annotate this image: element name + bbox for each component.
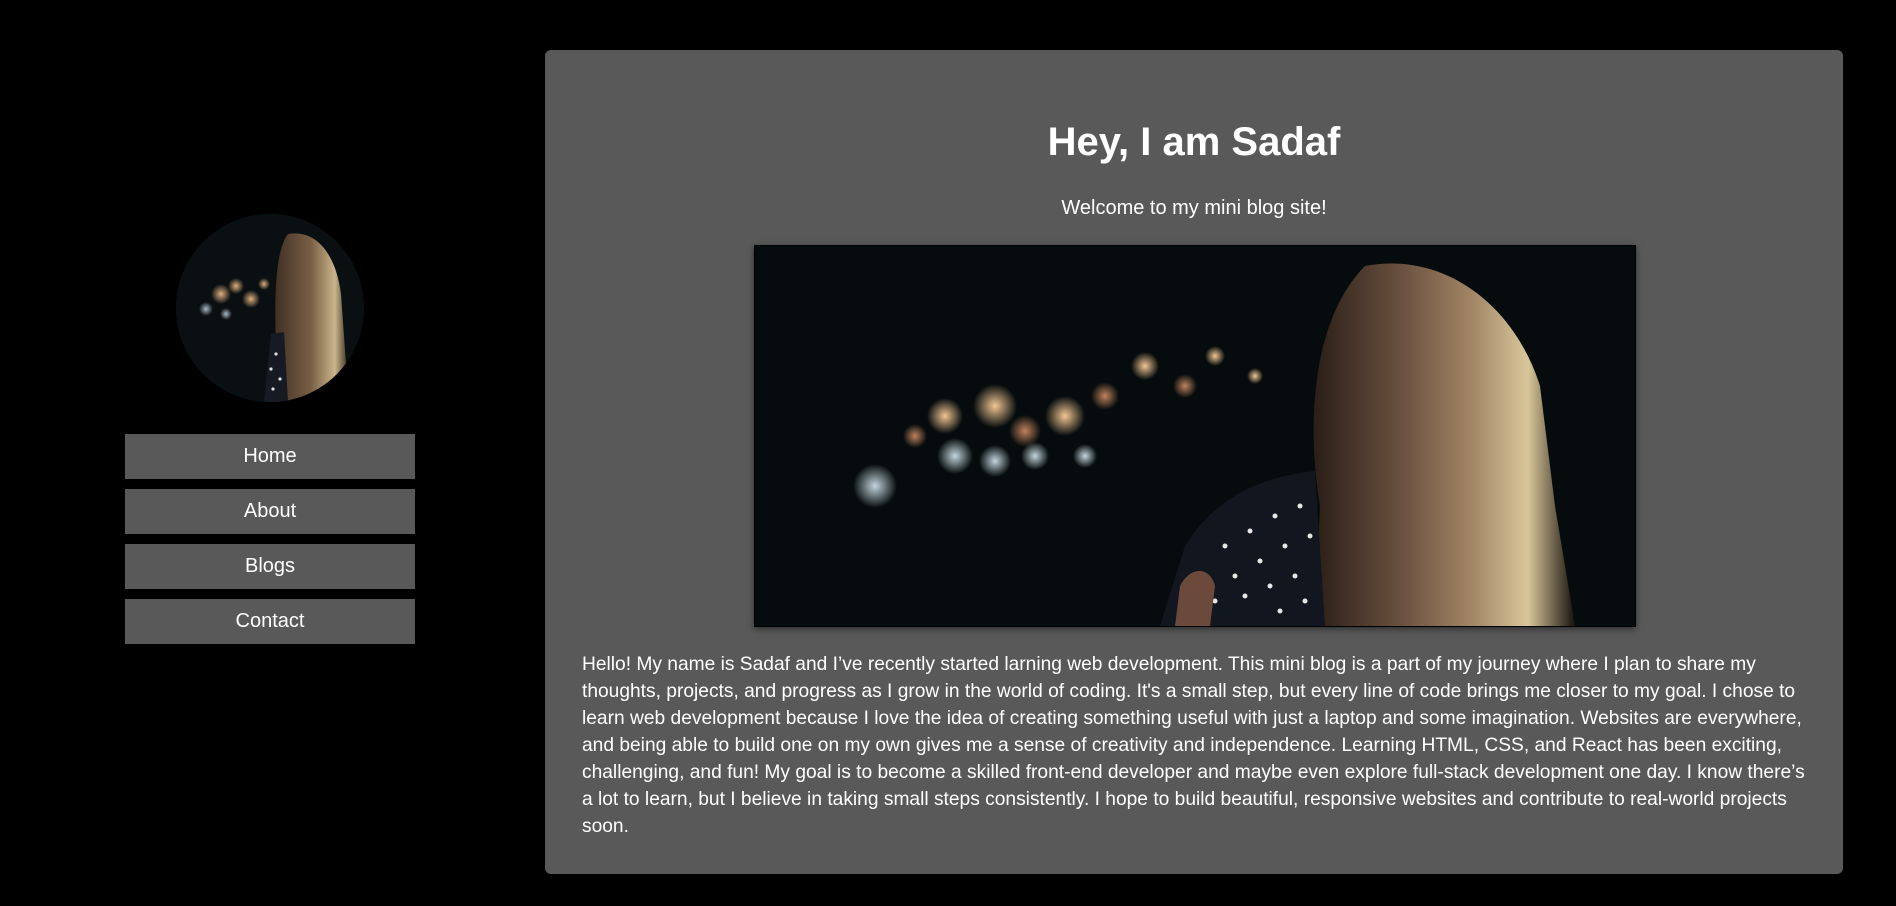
nav-item-home[interactable]: Home — [125, 434, 415, 479]
page-title: Hey, I am Sadaf — [1047, 120, 1341, 164]
hero-photo — [755, 246, 1635, 626]
sidebar: Home About Blogs Contact — [0, 0, 540, 906]
sidebar-nav: Home About Blogs Contact — [125, 434, 415, 654]
hero-image — [754, 245, 1636, 627]
main-panel: Hey, I am Sadaf Welcome to my mini blog … — [545, 50, 1843, 874]
nav-item-contact[interactable]: Contact — [125, 599, 415, 644]
nav-item-about[interactable]: About — [125, 489, 415, 534]
intro-paragraph: Hello! My name is Sadaf and I’ve recentl… — [582, 654, 1805, 837]
avatar — [176, 214, 364, 402]
avatar-photo — [176, 214, 364, 402]
nav-item-blogs[interactable]: Blogs — [125, 544, 415, 589]
page-subtitle: Welcome to my mini blog site! — [1061, 197, 1327, 219]
